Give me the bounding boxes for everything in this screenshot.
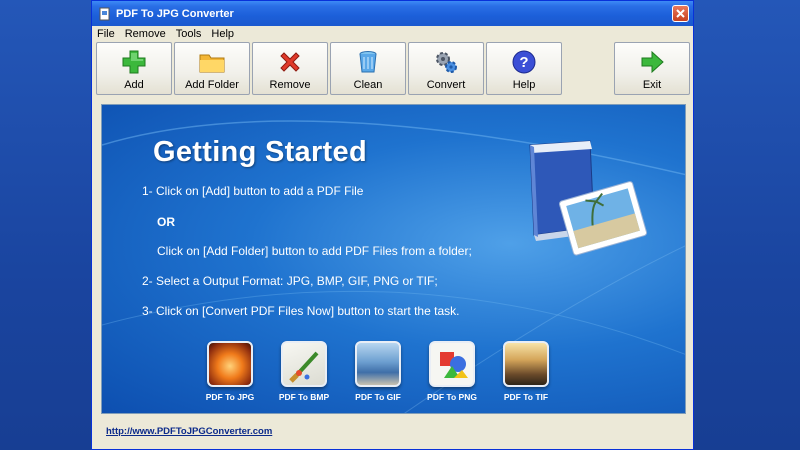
tif-format-icon <box>503 341 549 387</box>
format-jpg-button[interactable]: PDF To JPG <box>203 341 257 402</box>
svg-text:?: ? <box>519 54 528 71</box>
step-1-text: 1- Click on [Add] button to add a PDF Fi… <box>142 184 364 198</box>
app-window: PDF To JPG Converter File Remove Tools H… <box>91 0 694 450</box>
folder-icon <box>199 54 225 73</box>
exit-button[interactable]: Exit <box>614 42 690 95</box>
gif-format-icon <box>355 341 401 387</box>
format-png-label: PDF To PNG <box>427 392 477 402</box>
convert-button[interactable]: Convert <box>408 42 484 95</box>
window-title: PDF To JPG Converter <box>116 7 234 20</box>
step-1b-text: Click on [Add Folder] button to add PDF … <box>157 244 472 258</box>
help-label: Help <box>512 79 536 91</box>
remove-button[interactable]: Remove <box>252 42 328 95</box>
format-bmp-button[interactable]: PDF To BMP <box>277 341 331 402</box>
step-3-text: 3- Click on [Convert PDF Files Now] butt… <box>142 304 460 318</box>
menu-bar: File Remove Tools Help <box>92 26 693 41</box>
arrow-right-icon <box>641 50 664 74</box>
remove-label: Remove <box>269 79 311 91</box>
add-folder-button[interactable]: Add Folder <box>174 42 250 95</box>
app-icon <box>99 7 110 20</box>
close-icon <box>676 9 685 18</box>
website-link[interactable]: http://www.PDFToJPGConverter.com <box>106 426 272 437</box>
png-format-icon <box>429 341 475 387</box>
close-button[interactable] <box>672 5 689 22</box>
title-bar[interactable]: PDF To JPG Converter <box>92 1 693 26</box>
help-icon: ? <box>512 50 536 74</box>
format-gif-button[interactable]: PDF To GIF <box>351 341 405 402</box>
plus-icon <box>122 50 146 74</box>
getting-started-title: Getting Started <box>153 136 367 168</box>
format-jpg-label: PDF To JPG <box>205 392 255 402</box>
jpg-format-icon <box>207 341 253 387</box>
getting-started-panel: Getting Started 1- Click on [Add] button… <box>101 104 686 414</box>
menu-help[interactable]: Help <box>206 28 239 40</box>
menu-file[interactable]: File <box>92 28 120 40</box>
or-text: OR <box>157 215 175 229</box>
trash-can-icon <box>359 51 377 73</box>
bmp-format-icon <box>281 341 327 387</box>
menu-tools[interactable]: Tools <box>171 28 207 40</box>
add-folder-label: Add Folder <box>185 79 239 91</box>
convert-label: Convert <box>426 79 466 91</box>
format-gif-label: PDF To GIF <box>355 392 401 402</box>
book-photo-illustration <box>529 140 648 256</box>
menu-remove[interactable]: Remove <box>120 28 171 40</box>
format-bmp-label: PDF To BMP <box>278 392 330 402</box>
format-png-button[interactable]: PDF To PNG <box>425 341 479 402</box>
gears-icon <box>436 52 457 73</box>
clean-button[interactable]: Clean <box>330 42 406 95</box>
clean-label: Clean <box>353 79 383 91</box>
toolbar: Add Add Folder Remove Clean Convert ? He… <box>96 42 690 96</box>
add-button[interactable]: Add <box>96 42 172 95</box>
step-2-text: 2- Select a Output Format: JPG, BMP, GIF… <box>142 274 438 288</box>
format-tif-label: PDF To TIF <box>503 392 549 402</box>
exit-label: Exit <box>642 79 662 91</box>
format-tif-button[interactable]: PDF To TIF <box>499 341 553 402</box>
help-button[interactable]: ? Help <box>486 42 562 95</box>
remove-x-icon <box>280 52 300 72</box>
add-label: Add <box>124 79 144 91</box>
